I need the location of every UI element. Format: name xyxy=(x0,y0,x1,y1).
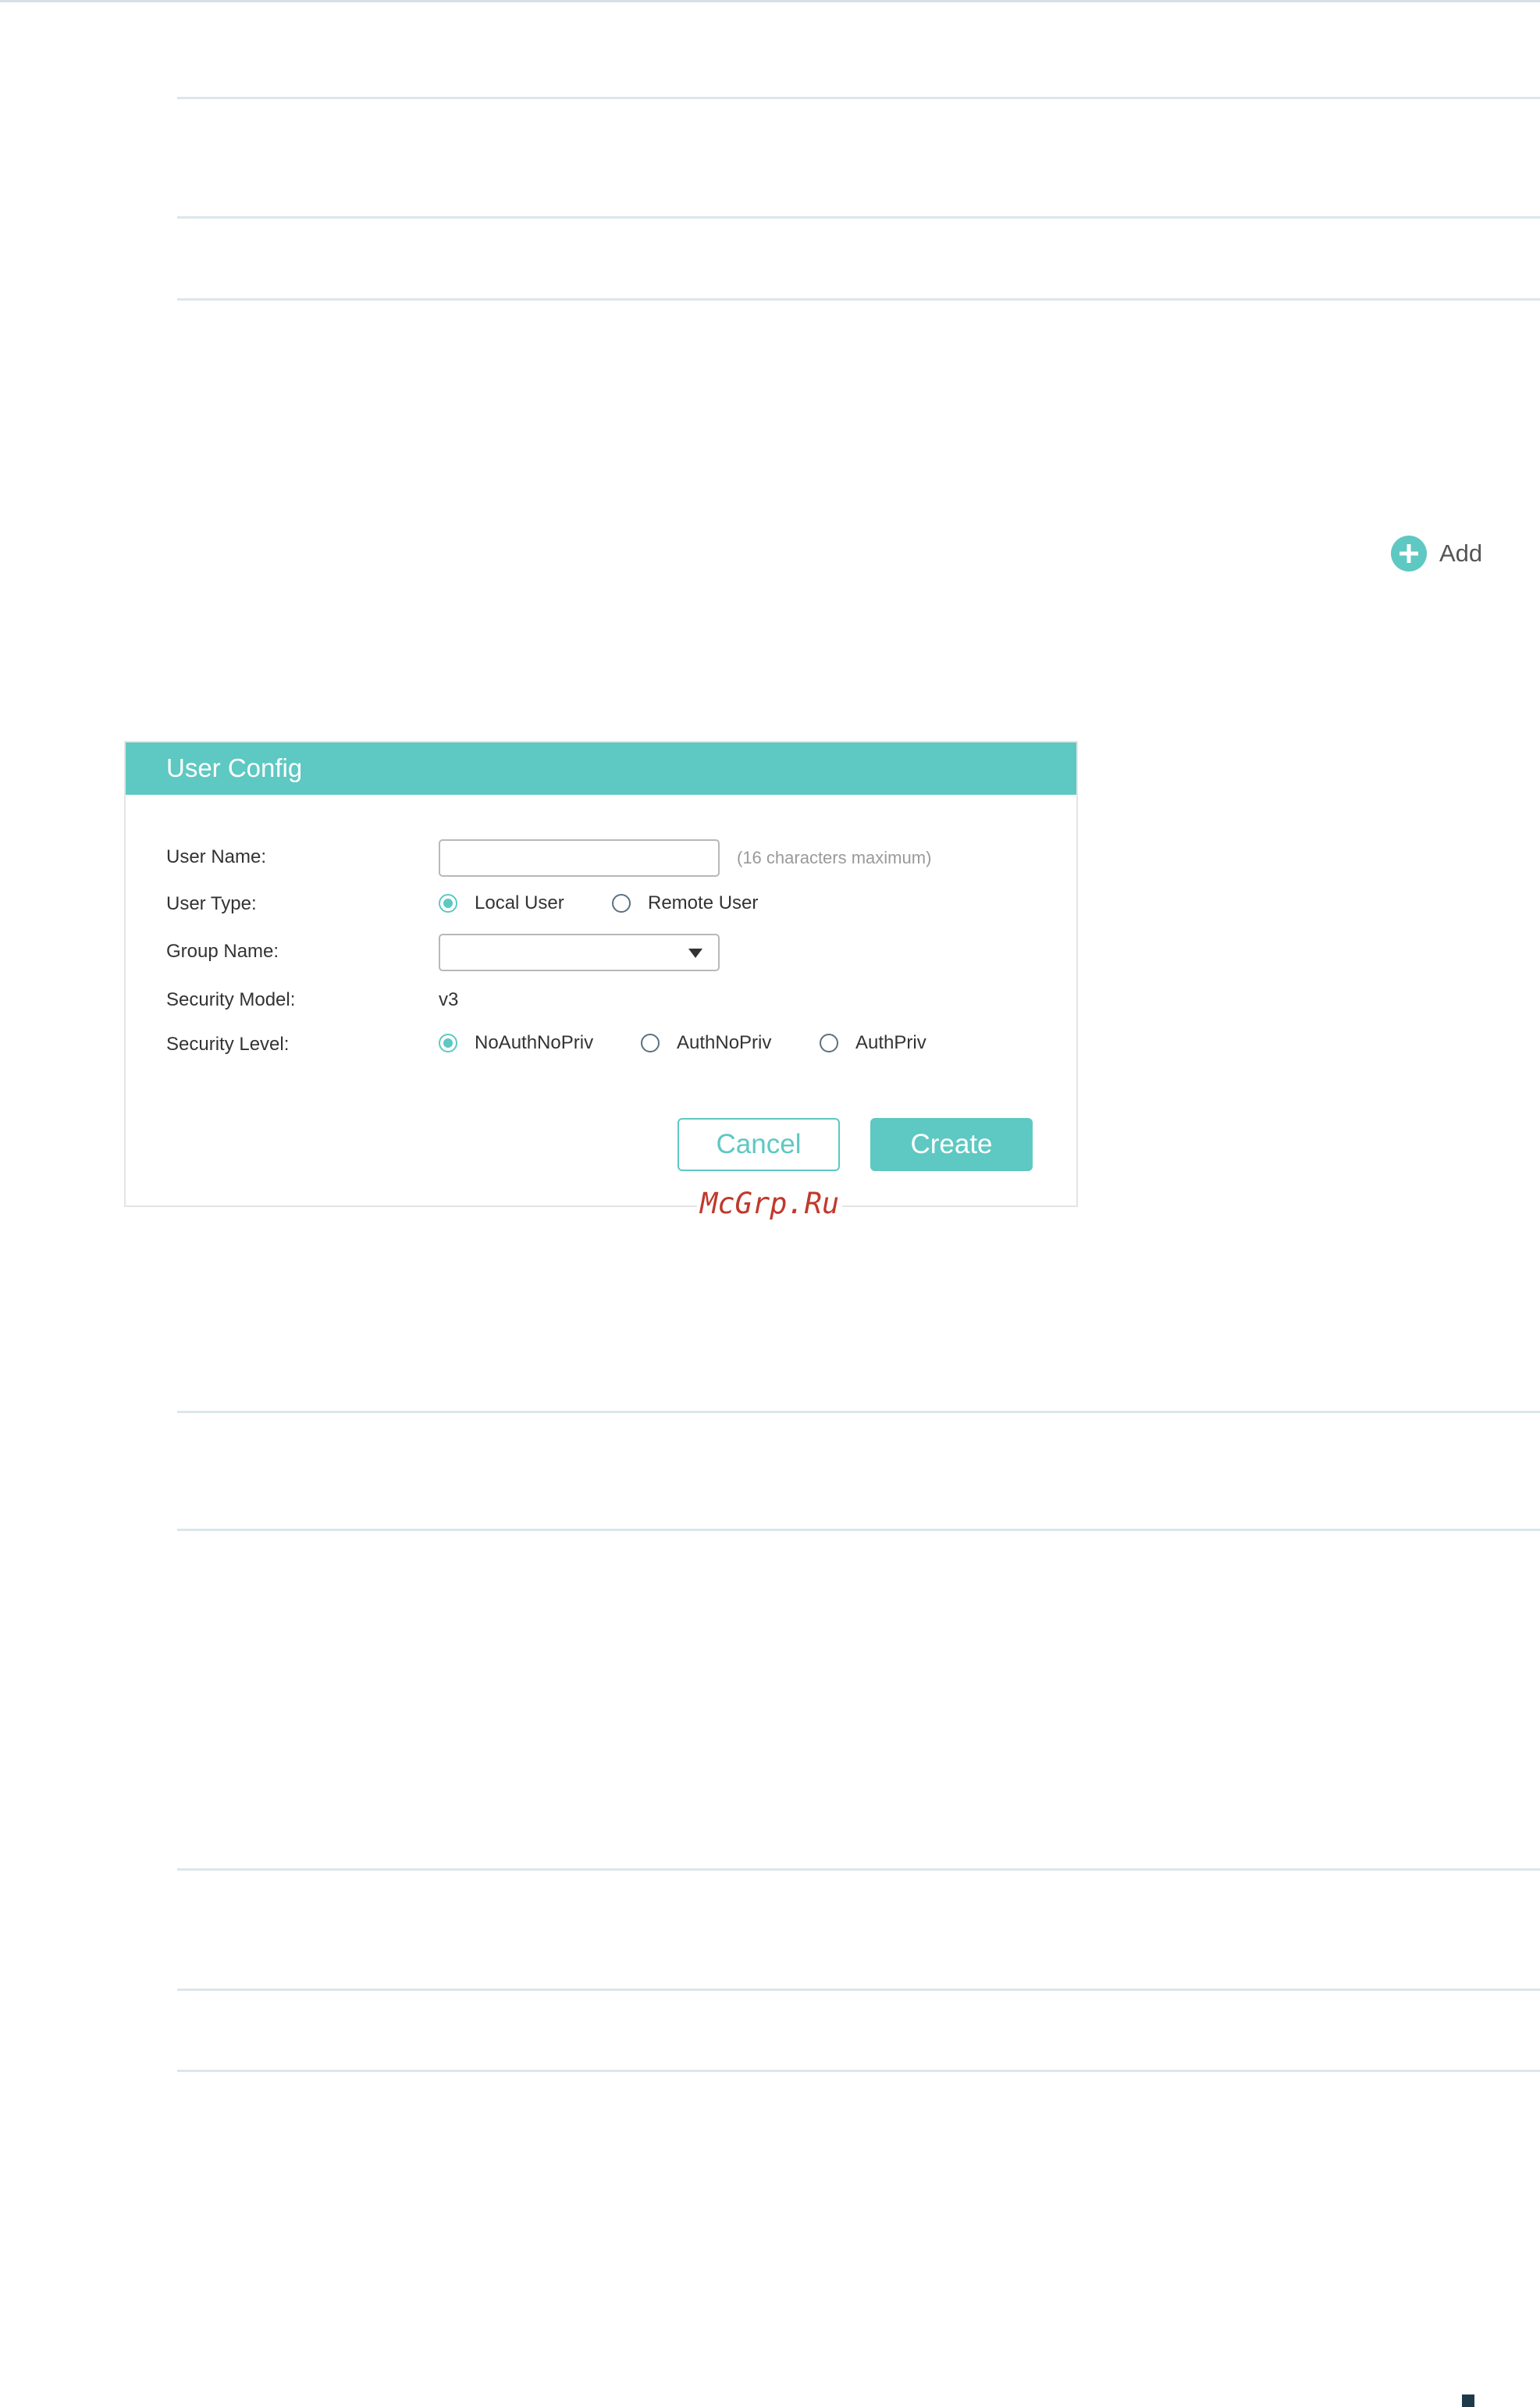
divider-line xyxy=(177,1868,1540,1871)
divider-line xyxy=(177,216,1540,219)
plus-circle-icon xyxy=(1391,536,1427,571)
radio-unselected-icon xyxy=(641,1034,660,1052)
divider-line xyxy=(177,298,1540,301)
watermark: McGrp.Ru xyxy=(697,1187,843,1220)
user-name-hint: (16 characters maximum) xyxy=(737,848,932,867)
add-button[interactable]: Add xyxy=(1391,536,1482,571)
radio-unselected-icon xyxy=(612,894,631,913)
user-type-local-radio[interactable]: Local User xyxy=(439,892,564,914)
security-model-label: Security Model: xyxy=(166,989,296,1010)
radio-label: Local User xyxy=(475,892,564,913)
create-button[interactable]: Create xyxy=(870,1118,1033,1171)
top-divider xyxy=(0,0,1540,2)
dialog-header: User Config xyxy=(126,742,1076,795)
security-level-noauthnopriv-radio[interactable]: NoAuthNoPriv xyxy=(439,1032,593,1054)
divider-line xyxy=(177,2070,1540,2072)
group-name-label: Group Name: xyxy=(166,941,279,962)
radio-selected-icon xyxy=(439,1034,457,1052)
radio-selected-icon xyxy=(439,894,457,913)
user-type-label: User Type: xyxy=(166,893,257,914)
divider-line xyxy=(177,1529,1540,1531)
divider-line xyxy=(177,97,1540,99)
radio-label: Remote User xyxy=(648,892,759,913)
divider-line xyxy=(177,1989,1540,1991)
group-name-select[interactable] xyxy=(439,934,720,971)
user-type-remote-radio[interactable]: Remote User xyxy=(612,892,758,914)
page-corner-mark xyxy=(1462,2395,1474,2407)
user-config-dialog: User Config User Name: (16 characters ma… xyxy=(124,741,1078,1207)
add-label: Add xyxy=(1439,539,1483,567)
user-name-label: User Name: xyxy=(166,846,267,867)
user-name-input[interactable] xyxy=(439,839,720,877)
chevron-down-icon xyxy=(688,949,702,958)
security-level-label: Security Level: xyxy=(166,1034,290,1055)
security-level-authnopriv-radio[interactable]: AuthNoPriv xyxy=(641,1032,771,1054)
security-level-authpriv-radio[interactable]: AuthPriv xyxy=(820,1032,926,1054)
radio-label: AuthNoPriv xyxy=(677,1032,772,1053)
radio-label: NoAuthNoPriv xyxy=(475,1032,594,1053)
radio-label: AuthPriv xyxy=(855,1032,926,1053)
divider-line xyxy=(177,1411,1540,1413)
cancel-button[interactable]: Cancel xyxy=(678,1118,840,1171)
dialog-title: User Config xyxy=(166,753,303,782)
radio-unselected-icon xyxy=(820,1034,838,1052)
security-model-value: v3 xyxy=(439,989,459,1010)
